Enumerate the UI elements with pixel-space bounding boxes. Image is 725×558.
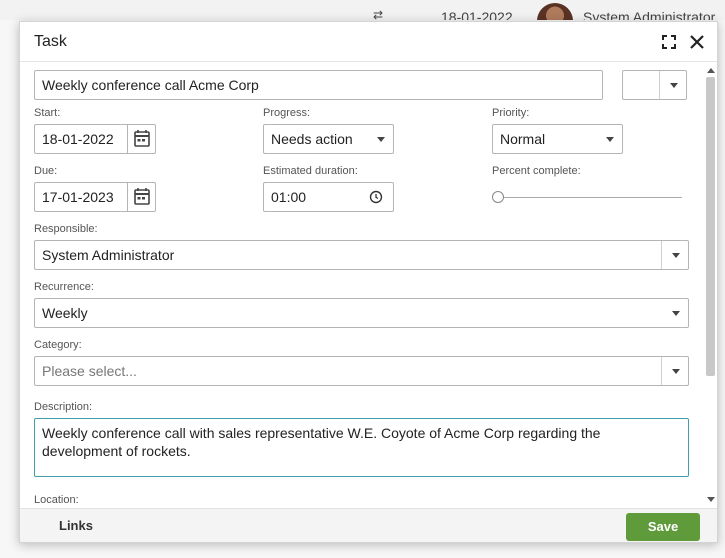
- responsible-select[interactable]: System Administrator: [34, 240, 689, 270]
- subject-input[interactable]: Weekly conference call Acme Corp: [34, 70, 603, 100]
- subject-value: Weekly conference call Acme Corp: [42, 77, 259, 93]
- dialog-body: Weekly conference call Acme Corp Start: …: [20, 63, 717, 508]
- save-button[interactable]: Save: [626, 513, 700, 541]
- background-topbar: ⇄ 18-01-2022 System Administrator: [0, 0, 725, 20]
- priority-label: Priority:: [492, 107, 530, 119]
- color-select[interactable]: [622, 70, 687, 100]
- category-label: Category:: [34, 339, 82, 351]
- scrollbar-thumb[interactable]: [706, 77, 715, 376]
- category-select[interactable]: Please select...: [34, 356, 689, 386]
- description-value: Weekly conference call with sales repres…: [42, 425, 601, 459]
- location-label: Location:: [34, 494, 79, 506]
- due-label: Due:: [34, 165, 58, 177]
- scroll-up-arrow[interactable]: [707, 68, 715, 73]
- sync-icon[interactable]: ⇄: [373, 8, 383, 20]
- dialog-title: Task: [34, 33, 67, 50]
- priority-select[interactable]: Normal: [492, 124, 623, 154]
- select-separator: [659, 71, 660, 99]
- dialog-header: Task: [20, 22, 717, 62]
- recurrence-value: Weekly: [42, 305, 88, 321]
- description-label: Description:: [34, 401, 93, 413]
- percent-complete-label: Percent complete:: [492, 165, 581, 177]
- maximize-icon[interactable]: [661, 34, 677, 50]
- responsible-value: System Administrator: [42, 247, 175, 263]
- chevron-down-icon: [672, 253, 680, 258]
- links-button[interactable]: Links: [59, 518, 93, 533]
- percent-complete-slider[interactable]: [492, 185, 684, 209]
- start-label: Start:: [34, 107, 61, 119]
- slider-track: [498, 197, 682, 198]
- start-date-input[interactable]: 18-01-2022: [34, 124, 156, 154]
- priority-value: Normal: [500, 131, 546, 147]
- scroll-down-arrow[interactable]: [707, 497, 715, 502]
- start-date-value: 18-01-2022: [42, 131, 114, 147]
- chevron-down-icon: [670, 83, 678, 88]
- dialog-footer: Links Save: [20, 508, 717, 542]
- responsible-label: Responsible:: [34, 223, 98, 235]
- clock-icon[interactable]: [369, 190, 383, 207]
- background-user-name[interactable]: System Administrator: [583, 9, 715, 20]
- background-date: 18-01-2022: [441, 9, 513, 20]
- recurrence-select[interactable]: Weekly: [34, 298, 689, 328]
- chevron-down-icon: [672, 311, 680, 316]
- due-date-value: 17-01-2023: [42, 189, 114, 205]
- task-dialog: Task Weekly conference call Acme Corp St…: [19, 21, 718, 543]
- progress-select[interactable]: Needs action: [263, 124, 394, 154]
- progress-value: Needs action: [271, 131, 353, 147]
- recurrence-label: Recurrence:: [34, 281, 94, 293]
- calendar-icon[interactable]: [127, 125, 155, 153]
- select-separator: [661, 241, 662, 269]
- select-separator: [661, 357, 662, 385]
- chevron-down-icon: [672, 369, 680, 374]
- chevron-down-icon: [606, 137, 614, 142]
- estimated-duration-value: 01:00: [271, 189, 307, 205]
- due-date-input[interactable]: 17-01-2023: [34, 182, 156, 212]
- progress-label: Progress:: [263, 107, 311, 119]
- close-icon[interactable]: [688, 33, 706, 51]
- estimated-duration-input[interactable]: 01:00: [263, 182, 394, 212]
- slider-thumb[interactable]: [492, 191, 504, 203]
- category-placeholder: Please select...: [42, 363, 137, 379]
- calendar-icon[interactable]: [127, 183, 155, 211]
- estimated-duration-label: Estimated duration:: [263, 165, 358, 177]
- avatar[interactable]: [537, 3, 573, 20]
- chevron-down-icon: [377, 137, 385, 142]
- description-textarea[interactable]: Weekly conference call with sales repres…: [34, 418, 689, 477]
